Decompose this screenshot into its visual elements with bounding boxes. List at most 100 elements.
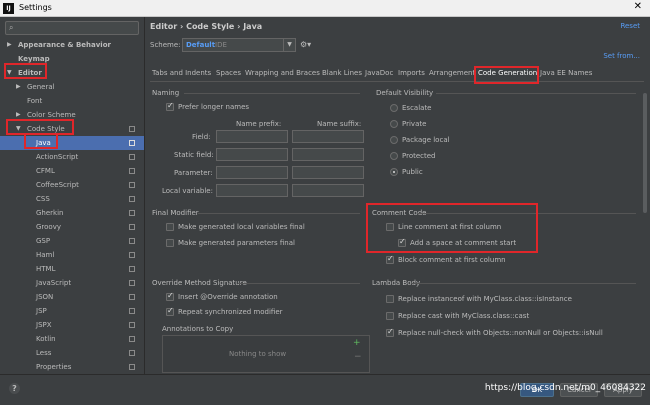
set-from-link[interactable]: Set from... (603, 52, 640, 60)
visibility-protected-radio[interactable] (390, 152, 398, 160)
replace-instanceof-label: Replace instanceof with MyClass.class::i… (398, 295, 572, 303)
sidebar-item-cfml[interactable]: CFML (0, 164, 144, 178)
sidebar-item-haml[interactable]: Haml (0, 248, 144, 262)
empty-list-text: Nothing to show (229, 350, 287, 358)
project-copy-icon (129, 252, 135, 258)
project-copy-icon (129, 154, 135, 160)
sidebar-item-css[interactable]: CSS (0, 192, 144, 206)
project-copy-icon (129, 238, 135, 244)
tab-wrapping-and-braces[interactable]: Wrapping and Braces (245, 69, 320, 77)
parameter-label: Parameter: (174, 169, 213, 177)
vertical-scrollbar[interactable] (642, 89, 649, 374)
sidebar-item-kotlin[interactable]: Kotlin (0, 332, 144, 346)
project-copy-icon (129, 182, 135, 188)
reset-link[interactable]: Reset (620, 22, 640, 30)
project-copy-icon (129, 294, 135, 300)
sidebar-item-json[interactable]: JSON (0, 290, 144, 304)
remove-icon[interactable]: − (354, 352, 362, 362)
divider (198, 213, 360, 214)
divider (412, 283, 636, 284)
search-icon: ⌕ (9, 23, 14, 32)
sidebar-item-less[interactable]: Less (0, 346, 144, 360)
sidebar-item-gsp[interactable]: GSP (0, 234, 144, 248)
sidebar-item-appearance[interactable]: ▶ Appearance & Behavior (0, 38, 144, 52)
project-copy-icon (129, 126, 135, 132)
visibility-escalate-radio[interactable] (390, 104, 398, 112)
project-copy-icon (129, 224, 135, 230)
repeat-synchronized-checkbox[interactable] (166, 306, 174, 316)
project-copy-icon (129, 308, 135, 314)
sidebar-item-actionscript[interactable]: ActionScript (0, 150, 144, 164)
sidebar-item-label: Properties (36, 363, 72, 371)
sidebar-item-gherkin[interactable]: Gherkin (0, 206, 144, 220)
final-parameters-checkbox[interactable] (166, 239, 174, 247)
visibility-private-radio[interactable] (390, 120, 398, 128)
sidebar-search-input[interactable]: ⌕ (5, 21, 139, 35)
intellij-icon: IJ (3, 3, 14, 14)
sidebar-item-html[interactable]: HTML (0, 262, 144, 276)
tab-arrangement[interactable]: Arrangement (429, 69, 475, 77)
sidebar-item-general[interactable]: ▶ General (0, 80, 144, 94)
prefer-longer-names-checkbox[interactable] (166, 101, 174, 111)
replace-null-check-checkbox[interactable] (386, 327, 394, 337)
tab-javadoc[interactable]: JavaDoc (365, 69, 393, 77)
local-variable-prefix-input[interactable] (216, 184, 288, 197)
gear-icon[interactable]: ⚙▾ (300, 40, 311, 49)
sidebar-item-label: JSON (36, 293, 54, 301)
insert-override-checkbox[interactable] (166, 291, 174, 301)
parameter-suffix-input[interactable] (292, 166, 364, 179)
sidebar-item-label: CFML (36, 167, 55, 175)
sidebar-item-label: Font (27, 97, 43, 105)
visibility-public-radio[interactable] (390, 168, 398, 176)
tab-imports[interactable]: Imports (398, 69, 425, 77)
sidebar-item-groovy[interactable]: Groovy (0, 220, 144, 234)
sidebar-item-label: JSP (36, 307, 47, 315)
sidebar-item-label: Less (36, 349, 52, 357)
sidebar-item-label: ActionScript (36, 153, 79, 161)
parameter-prefix-input[interactable] (216, 166, 288, 179)
sidebar-item-properties[interactable]: Properties (0, 360, 144, 374)
sidebar-item-font[interactable]: Font (0, 94, 144, 108)
block-comment-first-column-checkbox[interactable] (386, 254, 394, 264)
local-variable-suffix-input[interactable] (292, 184, 364, 197)
scheme-select[interactable]: Default IDE ▼ (182, 38, 296, 52)
repeat-synchronized-label: Repeat synchronized modifier (178, 308, 283, 316)
highlight-comment-code (366, 203, 538, 253)
code-generation-panel: Naming Prefer longer names Name prefix: … (150, 83, 636, 374)
close-icon[interactable]: ✕ (634, 1, 642, 12)
sidebar-item-label: Gherkin (36, 209, 64, 217)
sidebar-item-label: General (27, 83, 55, 91)
static-field-suffix-input[interactable] (292, 148, 364, 161)
tab-java-ee-names[interactable]: Java EE Names (540, 69, 592, 77)
tab-tabs-and-indents[interactable]: Tabs and Indents (152, 69, 211, 77)
field-prefix-input[interactable] (216, 130, 288, 143)
scrollbar-thumb[interactable] (643, 93, 647, 213)
final-local-variables-checkbox[interactable] (166, 223, 174, 231)
replace-cast-checkbox[interactable] (386, 312, 394, 320)
visibility-package-local-radio[interactable] (390, 136, 398, 144)
sidebar-item-label: JSPX (36, 321, 52, 329)
replace-cast-label: Replace cast with MyClass.class::cast (398, 312, 530, 320)
final-local-variables-label: Make generated local variables final (178, 223, 305, 231)
sidebar-item-jspx[interactable]: JSPX (0, 318, 144, 332)
static-field-prefix-input[interactable] (216, 148, 288, 161)
expand-arrow-icon[interactable]: ▶ (7, 38, 12, 52)
divider (184, 93, 360, 94)
sidebar-item-label: GSP (36, 237, 51, 245)
replace-instanceof-checkbox[interactable] (386, 295, 394, 303)
sidebar-item-java[interactable]: Java (0, 136, 144, 150)
name-suffix-header: Name suffix: (317, 120, 362, 128)
highlight-java (24, 133, 58, 149)
sidebar-item-coffeescript[interactable]: CoffeeScript (0, 178, 144, 192)
sidebar-item-jsp[interactable]: JSP (0, 304, 144, 318)
tab-blank-lines[interactable]: Blank Lines (322, 69, 362, 77)
annotations-list[interactable]: Nothing to show + − (162, 335, 370, 373)
expand-arrow-icon[interactable]: ▶ (16, 80, 21, 94)
field-suffix-input[interactable] (292, 130, 364, 143)
help-icon[interactable]: ? (9, 383, 20, 394)
sidebar-item-javascript[interactable]: JavaScript (0, 276, 144, 290)
override-method-signature-title: Override Method Signature (152, 279, 247, 287)
tab-spaces[interactable]: Spaces (216, 69, 241, 77)
add-icon[interactable]: + (353, 338, 361, 348)
project-copy-icon (129, 364, 135, 370)
